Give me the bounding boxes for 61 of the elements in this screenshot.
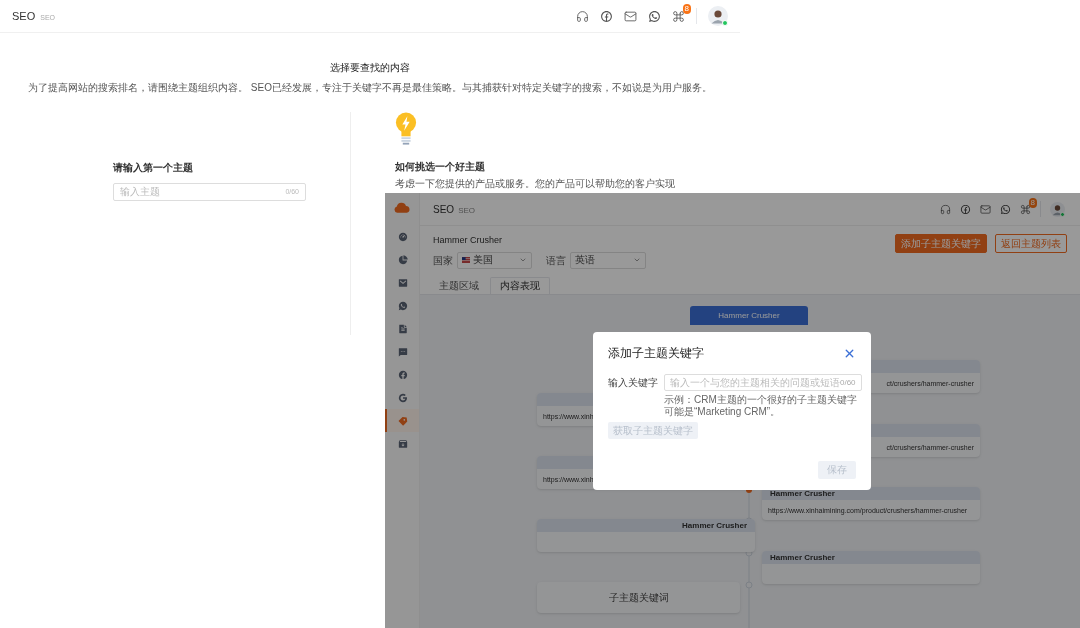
topic-card[interactable]: Hammer Crusher	[762, 551, 980, 584]
card-title: Hammer Crusher	[770, 553, 835, 562]
country-select[interactable]: 美国	[457, 251, 532, 269]
headset-icon[interactable]	[940, 203, 951, 215]
headset-icon[interactable]	[576, 9, 589, 23]
topic-label: 请输入第一个主题	[113, 161, 194, 175]
message-icon	[398, 346, 408, 357]
notification-badge: 8	[1028, 197, 1037, 208]
topic-card[interactable]: Hammer Crusher	[537, 519, 755, 552]
section-description: 为了提高网站的搜索排名，请围绕主题组织内容。 SEO已经发展，专注于关键字不再是最佳策略。与其捕获针对特定关键字的搜索，不如说是为用户服务。	[28, 81, 712, 95]
topic-card[interactable]: 子主题关键词	[537, 582, 740, 613]
card-label: 子主题关键词	[608, 591, 669, 605]
mail-icon[interactable]	[624, 9, 637, 23]
field-label: 输入关键字	[608, 376, 658, 390]
notification-badge: 8	[682, 3, 691, 14]
select-value: 美国	[473, 255, 494, 265]
dialog-title: 添加子主题关键字	[608, 345, 704, 362]
card-title: Hammer Crusher	[770, 489, 835, 498]
tips-title: 如何挑选一个好主题	[395, 160, 486, 174]
hint-text: 示例：CRM主题的一个很好的子主题关键字可能是“Marketing CRM”。	[664, 394, 858, 418]
mail-icon	[398, 277, 408, 288]
mail-icon[interactable]	[980, 203, 991, 215]
facebook-icon[interactable]	[600, 9, 613, 23]
tab[interactable]: 主题区域	[430, 277, 488, 294]
chevron-down-icon	[633, 256, 641, 264]
google-icon	[398, 392, 408, 403]
sidebar-item[interactable]	[385, 409, 419, 432]
avatar[interactable]	[1050, 201, 1065, 217]
whatsapp-icon[interactable]	[1000, 203, 1011, 215]
cloud-logo-icon	[394, 202, 410, 214]
facebook-icon	[398, 369, 408, 380]
char-counter: 0/60	[840, 376, 856, 389]
tag-icon	[398, 415, 408, 426]
language-label: 语言	[546, 253, 566, 268]
apps-icon[interactable]	[1020, 203, 1031, 215]
whatsapp-icon[interactable]	[648, 9, 661, 23]
flag-icon	[462, 257, 470, 263]
page-subtitle: SEO	[458, 204, 476, 217]
root-topic-node[interactable]: Hammer Crusher	[690, 306, 808, 325]
add-keyword-button[interactable]: 添加子主题关键字	[895, 234, 987, 253]
avatar[interactable]	[708, 6, 728, 26]
country-label: 国家	[433, 253, 453, 268]
facebook-icon[interactable]	[960, 203, 971, 215]
archive-icon	[398, 438, 408, 449]
apps-icon[interactable]	[672, 9, 685, 23]
select-value: 英语	[575, 255, 596, 265]
tips-description: 考虑一下您提供的产品或服务。您的产品可以帮助您的客户实现	[395, 178, 675, 190]
card-title: Hammer Crusher	[682, 521, 747, 530]
language-select[interactable]: 英语	[570, 251, 646, 269]
tab[interactable]: 内容表现	[490, 277, 550, 294]
chevron-down-icon	[519, 256, 527, 264]
document-icon	[398, 323, 408, 334]
dashboard-icon	[398, 231, 408, 242]
pie-chart-icon	[398, 254, 408, 265]
whatsapp-icon	[398, 300, 408, 311]
page-title: SEO	[433, 202, 455, 217]
topic-title: Hammer Crusher	[433, 234, 503, 247]
lightbulb-icon	[395, 112, 417, 146]
back-to-list-button[interactable]: 返回主题列表	[995, 234, 1067, 253]
section-title: 选择要查找的内容	[330, 61, 410, 75]
page-title: SEO	[12, 8, 36, 24]
